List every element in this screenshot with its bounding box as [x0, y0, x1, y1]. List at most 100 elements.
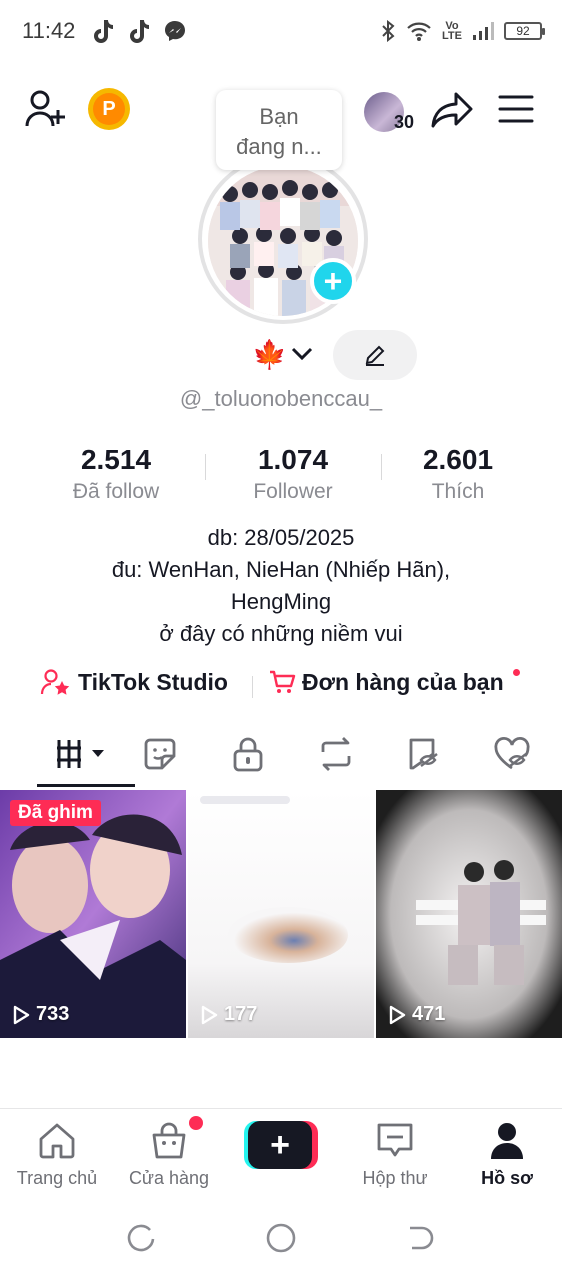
nav-shop-label: Cửa hàng [128, 1168, 210, 1188]
bio-line: db: 28/05/2025 [207, 525, 355, 550]
profile-stats: 2.514 Đã follow 1.074 Follower 2.601 Thí… [0, 444, 562, 504]
stat-following[interactable]: 2.514 Đã follow [26, 444, 206, 504]
status-bar: 11:42 Vo LTE 92 [0, 0, 562, 64]
nav-profile[interactable]: Hồ sơ [452, 1121, 562, 1189]
status-time: 11:42 [22, 18, 76, 43]
video-thumbnail-image [376, 790, 562, 1038]
signal-icon [473, 22, 494, 40]
tag-hidden-icon [409, 738, 438, 770]
link-divider [252, 676, 253, 698]
tiktok-studio-link[interactable]: TikTok Studio [40, 668, 228, 696]
stat-following-value: 2.514 [80, 444, 152, 475]
play-icon [13, 1005, 30, 1024]
recent-apps-icon[interactable] [126, 1224, 156, 1254]
bluetooth-icon [382, 20, 395, 42]
video-views: 733 [12, 1003, 69, 1026]
video-thumbnail[interactable]: 471 [376, 790, 562, 1038]
nav-home[interactable]: Trang chủ [2, 1121, 112, 1189]
profile-emoji: 🍁 [252, 339, 287, 370]
inbox-icon [377, 1123, 413, 1157]
tab-private[interactable] [218, 734, 278, 774]
profile-icon [491, 1123, 523, 1159]
coin-button[interactable]: P [88, 88, 130, 130]
video-thumbnail[interactable]: Đã ghim 733 [0, 790, 186, 1038]
home-circle-icon[interactable] [265, 1222, 297, 1254]
tab-videos[interactable] [50, 734, 110, 774]
stat-followers-label: Follower [253, 480, 333, 503]
nav-home-label: Trang chủ [16, 1168, 98, 1188]
bottom-nav: Trang chủ Cửa hàng + Hộp thư Hồ sơ [0, 1108, 562, 1200]
username-handle: @_toluonobenccau_ [179, 386, 383, 411]
status-notification-icons [90, 18, 188, 46]
home-icon [39, 1123, 75, 1159]
menu-icon[interactable] [498, 94, 534, 124]
video-views-count: 733 [36, 1003, 70, 1025]
lock-icon [233, 737, 263, 772]
nav-inbox[interactable]: Hộp thư [340, 1121, 450, 1189]
video-views: 471 [388, 1003, 445, 1026]
orders-link[interactable]: Đơn hàng của bạn [268, 668, 504, 696]
stat-likes-label: Thích [431, 480, 485, 503]
stat-following-label: Đã follow [72, 480, 160, 503]
tiktok-icon [130, 20, 149, 43]
tab-stickers[interactable] [130, 734, 190, 774]
video-views-count: 177 [224, 1003, 258, 1025]
profile-links: TikTok Studio Đơn hàng của bạn [0, 668, 562, 704]
heart-hidden-icon [494, 736, 530, 770]
videos-grid-icon [57, 740, 104, 768]
repost-icon [321, 737, 351, 771]
play-icon [389, 1005, 406, 1024]
status-tooltip-text: Bạn đang n... [236, 104, 322, 159]
active-tab-indicator [37, 784, 135, 787]
status-tooltip[interactable]: Bạn đang n... [216, 90, 342, 170]
notification-dot [513, 669, 520, 676]
share-icon[interactable] [430, 90, 474, 130]
chevron-down-icon[interactable] [290, 346, 314, 362]
add-friend-icon[interactable] [24, 88, 68, 130]
tab-tagged[interactable] [396, 734, 456, 774]
pencil-icon [365, 345, 385, 366]
shopping-bag-icon [152, 1122, 186, 1159]
tab-reposts[interactable] [306, 734, 366, 774]
video-grid: Đã ghim 733 177 471 [0, 790, 562, 1038]
bio-line: HengMing [230, 589, 332, 614]
edit-profile-button[interactable] [333, 330, 417, 380]
video-thumbnail-image [0, 790, 186, 1038]
volte-icon: Vo LTE [442, 20, 462, 42]
play-icon [201, 1005, 218, 1024]
pinned-badge: Đã ghim [10, 800, 101, 826]
stat-divider [205, 454, 206, 480]
messenger-icon [165, 21, 185, 41]
tab-liked[interactable] [482, 734, 542, 774]
friends-count: 30 [394, 112, 415, 132]
tiktok-icon [94, 20, 113, 43]
bio-line: ở đây có những niềm vui [159, 621, 403, 646]
wifi-icon [407, 22, 431, 41]
sticker-icon [144, 738, 176, 770]
video-views: 177 [200, 1003, 257, 1026]
stat-followers-value: 1.074 [257, 444, 329, 475]
video-thumbnail-image [188, 790, 374, 1038]
status-system-icons: Vo LTE 92 [380, 20, 545, 42]
orders-label: Đơn hàng của bạn [302, 668, 504, 695]
stat-followers[interactable]: 1.074 Follower [203, 444, 383, 504]
add-story-button[interactable]: + [310, 258, 356, 304]
system-navigation-bar [0, 1200, 562, 1280]
stat-divider [381, 454, 382, 480]
coin-letter: P [93, 93, 125, 125]
battery-indicator: 92 [504, 22, 545, 40]
stat-likes-value: 2.601 [422, 444, 494, 475]
profile-bio: db: 28/05/2025 đu: WenHan, NieHan (Nhiếp… [0, 522, 562, 650]
nav-inbox-label: Hộp thư [362, 1168, 428, 1188]
nav-profile-label: Hồ sơ [481, 1168, 533, 1188]
create-button[interactable]: + [244, 1121, 318, 1169]
bio-line: đu: WenHan, NieHan (Nhiếp Hãn), [111, 557, 451, 582]
nav-shop[interactable]: Cửa hàng [114, 1121, 224, 1189]
video-views-count: 471 [412, 1003, 446, 1025]
back-icon[interactable] [406, 1224, 436, 1254]
content-tabs [0, 724, 562, 788]
shop-notification-dot [189, 1116, 203, 1130]
creator-star-icon [40, 669, 70, 695]
video-thumbnail[interactable]: 177 [188, 790, 374, 1038]
stat-likes[interactable]: 2.601 Thích [368, 444, 548, 504]
